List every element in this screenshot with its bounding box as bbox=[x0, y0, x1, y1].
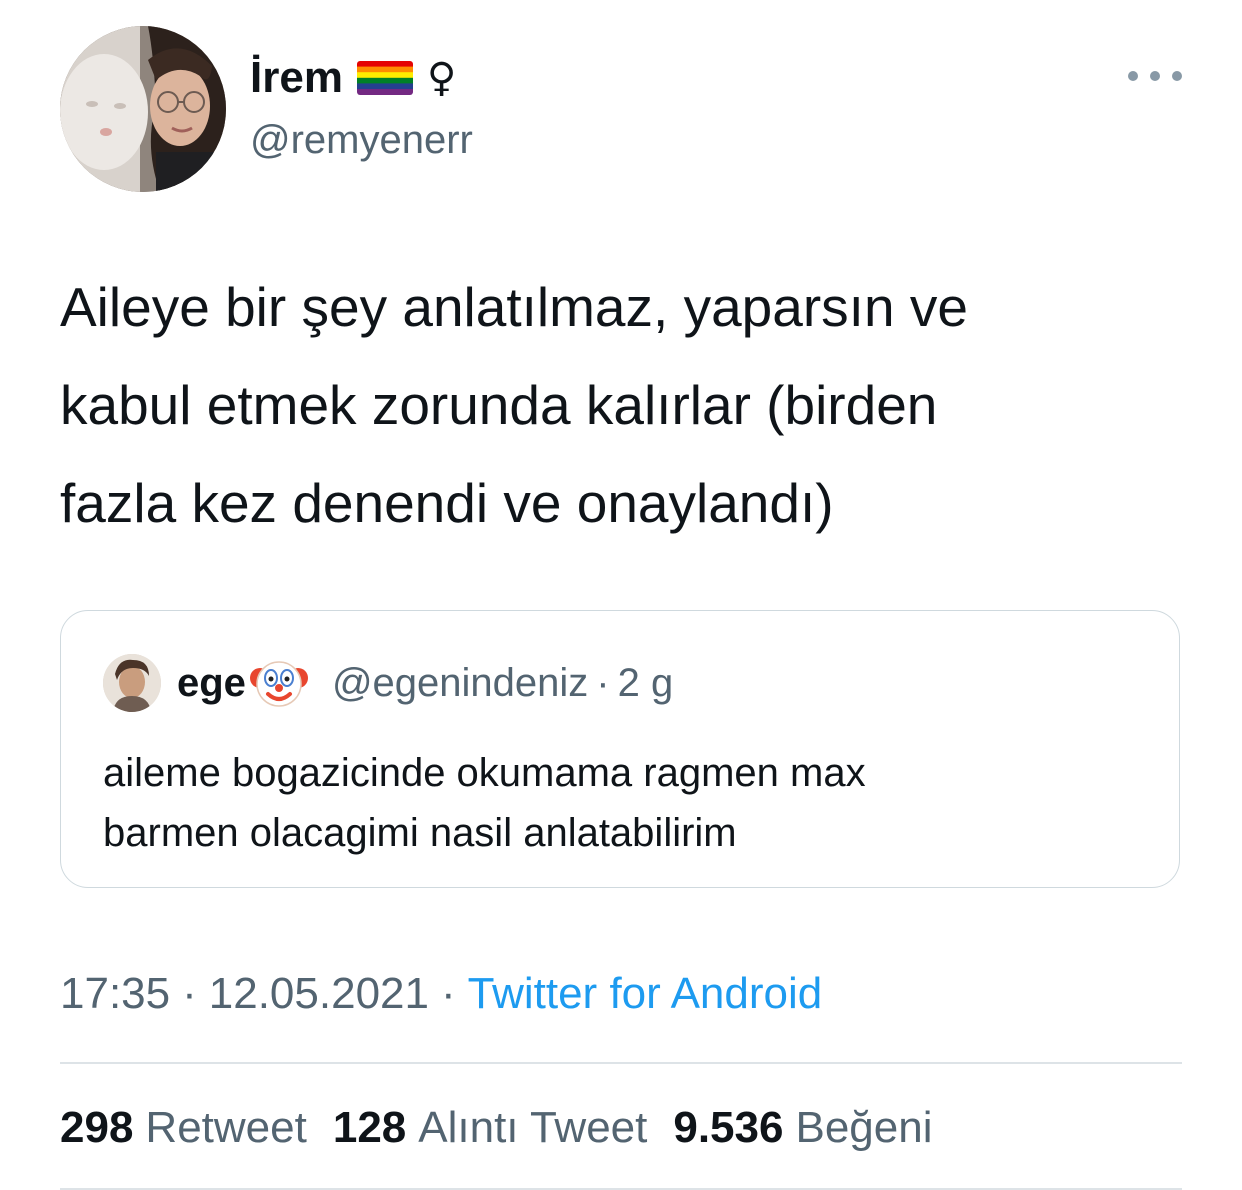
tweet-text: Aileye bir şey anlatılmaz, yaparsın ve k… bbox=[60, 258, 1190, 552]
quoted-tweet-header: ege @egenindeniz · 2 g bbox=[103, 653, 673, 713]
quote-tweets-label: Alıntı Tweet bbox=[418, 1103, 648, 1152]
more-dot-icon bbox=[1150, 71, 1160, 81]
quoted-author-name[interactable]: ege bbox=[177, 661, 246, 706]
clown-face-icon bbox=[249, 654, 308, 712]
quote-tweets-count: 128 bbox=[332, 1103, 407, 1152]
retweets-stat[interactable]: 298 Retweet bbox=[60, 1103, 307, 1153]
quoted-tweet-text-line: aileme bogazicinde okumama ragmen max bbox=[103, 751, 866, 795]
quoted-tweet-text: aileme bogazicinde okumama ragmen max ba… bbox=[103, 743, 866, 863]
tweet-date[interactable]: 12.05.2021 bbox=[209, 969, 429, 1018]
author-avatar-image bbox=[60, 26, 226, 192]
author-handle[interactable]: @remyenerr bbox=[250, 114, 473, 166]
separator-dot: · bbox=[182, 969, 197, 1018]
quoted-tweet-age[interactable]: 2 g bbox=[618, 661, 674, 706]
quote-tweets-stat[interactable]: 128 Alıntı Tweet bbox=[333, 1103, 648, 1153]
more-dot-icon bbox=[1172, 71, 1182, 81]
tweet-text-line: Aileye bir şey anlatılmaz, yaparsın ve bbox=[60, 276, 968, 338]
separator-dot: · bbox=[440, 969, 456, 1018]
tweet-text-line: kabul etmek zorunda kalırlar (birden bbox=[60, 374, 938, 436]
likes-count: 9.536 bbox=[673, 1103, 784, 1152]
divider bbox=[60, 1188, 1182, 1190]
divider bbox=[60, 1062, 1182, 1064]
tweet-time[interactable]: 17:35 bbox=[60, 969, 170, 1018]
quoted-author-avatar bbox=[103, 654, 161, 712]
likes-stat[interactable]: 9.536 Beğeni bbox=[673, 1103, 932, 1153]
engagement-stats: 298 Retweet 128 Alıntı Tweet 9.536 Beğen… bbox=[60, 1098, 958, 1158]
retweets-label: Retweet bbox=[145, 1103, 307, 1152]
rainbow-flag-icon bbox=[356, 61, 413, 95]
more-dot-icon bbox=[1128, 71, 1138, 81]
quoted-tweet-text-line: barmen olacagimi nasil anlatabilirim bbox=[103, 811, 737, 855]
author-display-name[interactable]: İrem bbox=[250, 52, 343, 104]
retweets-count: 298 bbox=[60, 1103, 134, 1152]
author-name-row: İrem ♀ bbox=[250, 52, 456, 104]
author-avatar[interactable] bbox=[60, 26, 226, 192]
female-sign-icon: ♀ bbox=[426, 55, 457, 101]
tweet-meta: 17:35 · 12.05.2021 · Twitter for Android bbox=[60, 964, 822, 1024]
separator-dot: · bbox=[596, 660, 610, 705]
tweet-source-link[interactable]: Twitter for Android bbox=[468, 969, 823, 1018]
quoted-author-handle[interactable]: @egenindeniz bbox=[332, 661, 588, 706]
likes-label: Beğeni bbox=[795, 1103, 933, 1152]
more-options-button[interactable] bbox=[1128, 56, 1182, 96]
tweet-text-line: fazla kez denendi ve onaylandı) bbox=[60, 472, 834, 534]
quoted-tweet-card[interactable]: ege @egenindeniz · 2 g aileme bogazicind… bbox=[60, 610, 1180, 888]
